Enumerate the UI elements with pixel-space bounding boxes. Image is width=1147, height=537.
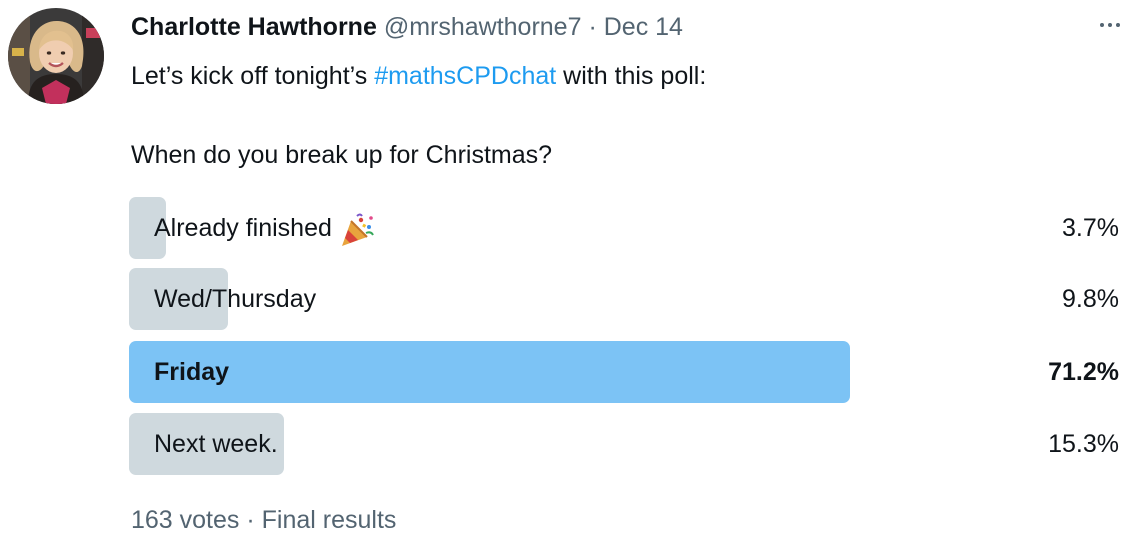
poll-option-label: Next week. [154, 430, 278, 458]
tweet-header: Charlotte Hawthorne @mrshawthorne7 · Dec… [131, 10, 683, 44]
poll-option-text: Already finished [154, 214, 332, 242]
poll-option-label: Wed/Thursday [154, 285, 317, 313]
tweet-text: Let’s kick off tonight’s #mathsCPDchat w… [131, 59, 706, 93]
poll-option-percent: 3.7% [1062, 214, 1119, 242]
header-separator: · [588, 13, 597, 41]
tweet-date[interactable]: Dec 14 [604, 13, 683, 41]
poll-question: When do you break up for Christmas? [131, 141, 553, 169]
footer-separator: · [246, 506, 255, 534]
poll-option-friday: Friday 71.2% [129, 341, 1119, 403]
poll-bar-winner [129, 341, 850, 403]
poll-status: Final results [261, 506, 397, 534]
poll-footer: 163 votes · Final results [131, 503, 396, 537]
author-name[interactable]: Charlotte Hawthorne [131, 13, 377, 41]
poll-option-percent: 15.3% [1048, 430, 1119, 458]
poll-option-label: Friday [154, 358, 230, 386]
poll-option-already-finished: Already finished 3.7% [129, 197, 1119, 259]
tweet: Charlotte Hawthorne @mrshawthorne7 · Dec… [0, 0, 1147, 537]
more-options-icon[interactable] [1093, 14, 1127, 36]
more-dot [1100, 23, 1104, 27]
tweet-text-end: with this poll: [556, 62, 707, 90]
poll-option-wed-thursday: Wed/Thursday 9.8% [129, 268, 1119, 330]
more-dot [1116, 23, 1120, 27]
author-handle[interactable]: @mrshawthorne7 [384, 13, 582, 41]
avatar[interactable] [8, 8, 104, 104]
poll-option-next-week: Next week. 15.3% [129, 413, 1119, 475]
party-popper-icon [338, 210, 376, 246]
hashtag-link[interactable]: #mathsCPDchat [374, 62, 556, 90]
poll-option-percent: 9.8% [1062, 285, 1119, 313]
poll-option-label: Already finished [154, 197, 376, 259]
vote-count: 163 votes [131, 506, 240, 534]
more-dot [1108, 23, 1112, 27]
avatar-image [8, 8, 104, 104]
tweet-text-start: Let’s kick off tonight’s [131, 62, 375, 90]
poll-option-percent: 71.2% [1048, 358, 1119, 386]
